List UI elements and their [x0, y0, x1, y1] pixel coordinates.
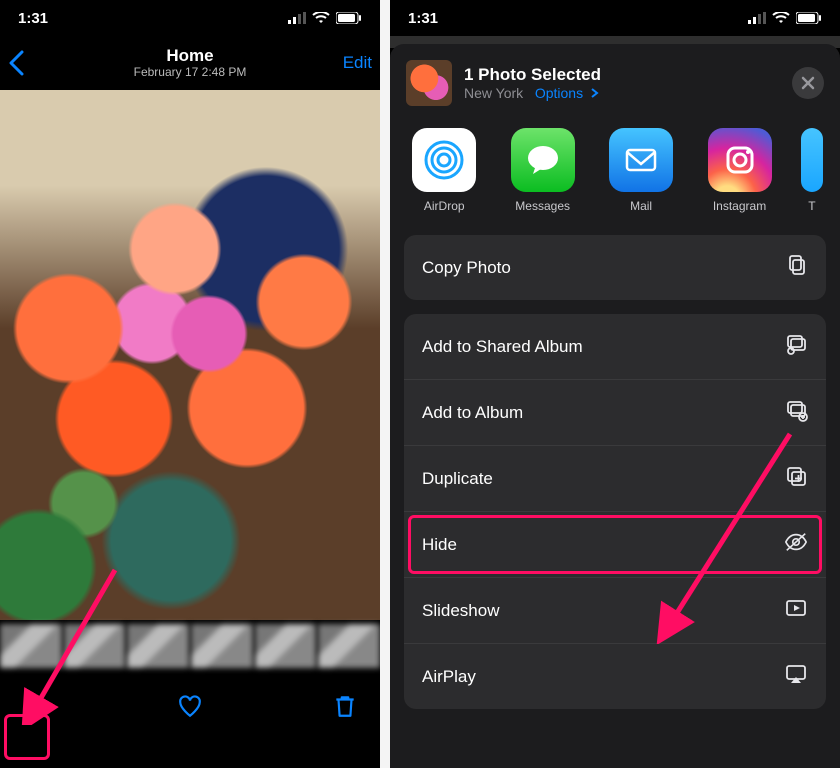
status-bar: 1:31: [0, 0, 380, 36]
share-icon: [22, 693, 48, 719]
signal-icon: [288, 12, 306, 24]
share-sheet-subtitle: New York Options: [464, 85, 780, 103]
action-label: Add to Album: [422, 403, 523, 423]
slideshow-icon: [784, 596, 808, 625]
status-icons: [748, 12, 822, 24]
airdrop-icon: [412, 128, 476, 192]
share-options-label: Options: [535, 85, 583, 101]
share-app-mail[interactable]: Mail: [603, 128, 679, 213]
heart-icon: [177, 693, 203, 719]
close-button[interactable]: [792, 67, 824, 99]
thumbnail[interactable]: [255, 624, 317, 668]
thumbnail[interactable]: [191, 624, 253, 668]
chevron-left-icon: [8, 50, 26, 76]
messages-icon: [511, 128, 575, 192]
share-sheet-title-block: 1 Photo Selected New York Options: [464, 64, 780, 103]
share-options-button[interactable]: Options: [535, 85, 599, 101]
airplay-icon: [784, 662, 808, 691]
chevron-right-icon: [591, 88, 599, 98]
app-label: Messages: [504, 199, 580, 213]
thumbnail[interactable]: [318, 624, 380, 668]
share-sheet-header: 1 Photo Selected New York Options: [406, 60, 824, 106]
nav-bar: Home February 17 2:48 PM Edit: [0, 36, 380, 90]
thumbnail[interactable]: [127, 624, 189, 668]
thumbnail[interactable]: [64, 624, 126, 668]
action-airplay[interactable]: AirPlay: [404, 644, 826, 709]
share-sheet-location: New York: [464, 85, 523, 101]
action-add-album[interactable]: Add to Album: [404, 380, 826, 446]
share-apps-row[interactable]: AirDrop Messages Mail: [404, 120, 826, 219]
battery-icon: [796, 12, 822, 24]
share-app-airdrop[interactable]: AirDrop: [406, 128, 482, 213]
shared-album-icon: [784, 332, 808, 361]
screenshot-canvas: 1:31 Home February 17 2:48 PM Edit: [0, 0, 840, 768]
share-button[interactable]: [20, 691, 50, 721]
action-list-main: Add to Shared Album Add to Album Duplica…: [404, 314, 826, 709]
action-label: Hide: [422, 535, 457, 555]
app-label: T: [800, 199, 824, 213]
selected-photo-thumb: [406, 60, 452, 106]
generic-app-icon: [801, 128, 823, 192]
status-time: 1:31: [18, 10, 48, 27]
action-hide[interactable]: Hide: [404, 512, 826, 578]
copy-icon: [784, 253, 808, 282]
thumbnail[interactable]: [0, 624, 62, 668]
edit-button[interactable]: Edit: [332, 53, 372, 73]
signal-icon: [748, 12, 766, 24]
hide-icon: [784, 530, 808, 559]
action-list-single: Copy Photo: [404, 235, 826, 300]
instagram-icon: [708, 128, 772, 192]
app-label: Mail: [603, 199, 679, 213]
action-duplicate[interactable]: Duplicate: [404, 446, 826, 512]
action-label: AirPlay: [422, 667, 476, 687]
share-sheet: 1 Photo Selected New York Options: [390, 44, 840, 768]
share-app-messages[interactable]: Messages: [504, 128, 580, 213]
action-label: Duplicate: [422, 469, 493, 489]
app-label: AirDrop: [406, 199, 482, 213]
status-time: 1:31: [408, 10, 438, 27]
duplicate-icon: [784, 464, 808, 493]
action-label: Add to Shared Album: [422, 337, 583, 357]
photo-area[interactable]: [0, 90, 380, 620]
phone-left: 1:31 Home February 17 2:48 PM Edit: [0, 0, 380, 768]
favorite-button[interactable]: [175, 691, 205, 721]
thumbnail-strip[interactable]: [0, 620, 380, 680]
back-button[interactable]: [8, 50, 48, 76]
nav-subtitle: February 17 2:48 PM: [48, 66, 332, 80]
close-icon: [801, 76, 815, 90]
nav-title: Home: [48, 46, 332, 66]
status-bar: 1:31: [390, 0, 840, 36]
trash-icon: [332, 693, 358, 719]
action-label: Slideshow: [422, 601, 500, 621]
status-icons: [288, 12, 362, 24]
action-add-shared-album[interactable]: Add to Shared Album: [404, 314, 826, 380]
phone-right: 1:31 1 Photo Selected New York Options: [390, 0, 840, 768]
mail-icon: [609, 128, 673, 192]
photo-content: [0, 90, 380, 620]
delete-button[interactable]: [330, 691, 360, 721]
action-copy-photo[interactable]: Copy Photo: [404, 235, 826, 300]
action-label: Copy Photo: [422, 258, 511, 278]
wifi-icon: [772, 12, 790, 24]
add-album-icon: [784, 398, 808, 427]
bottom-toolbar: [0, 680, 380, 732]
nav-title-area: Home February 17 2:48 PM: [48, 46, 332, 79]
battery-icon: [336, 12, 362, 24]
app-label: Instagram: [701, 199, 777, 213]
action-slideshow[interactable]: Slideshow: [404, 578, 826, 644]
wifi-icon: [312, 12, 330, 24]
share-sheet-title: 1 Photo Selected: [464, 64, 780, 85]
share-app-more[interactable]: T: [800, 128, 824, 213]
annotation-highlight-hide: [408, 515, 822, 574]
share-app-instagram[interactable]: Instagram: [701, 128, 777, 213]
